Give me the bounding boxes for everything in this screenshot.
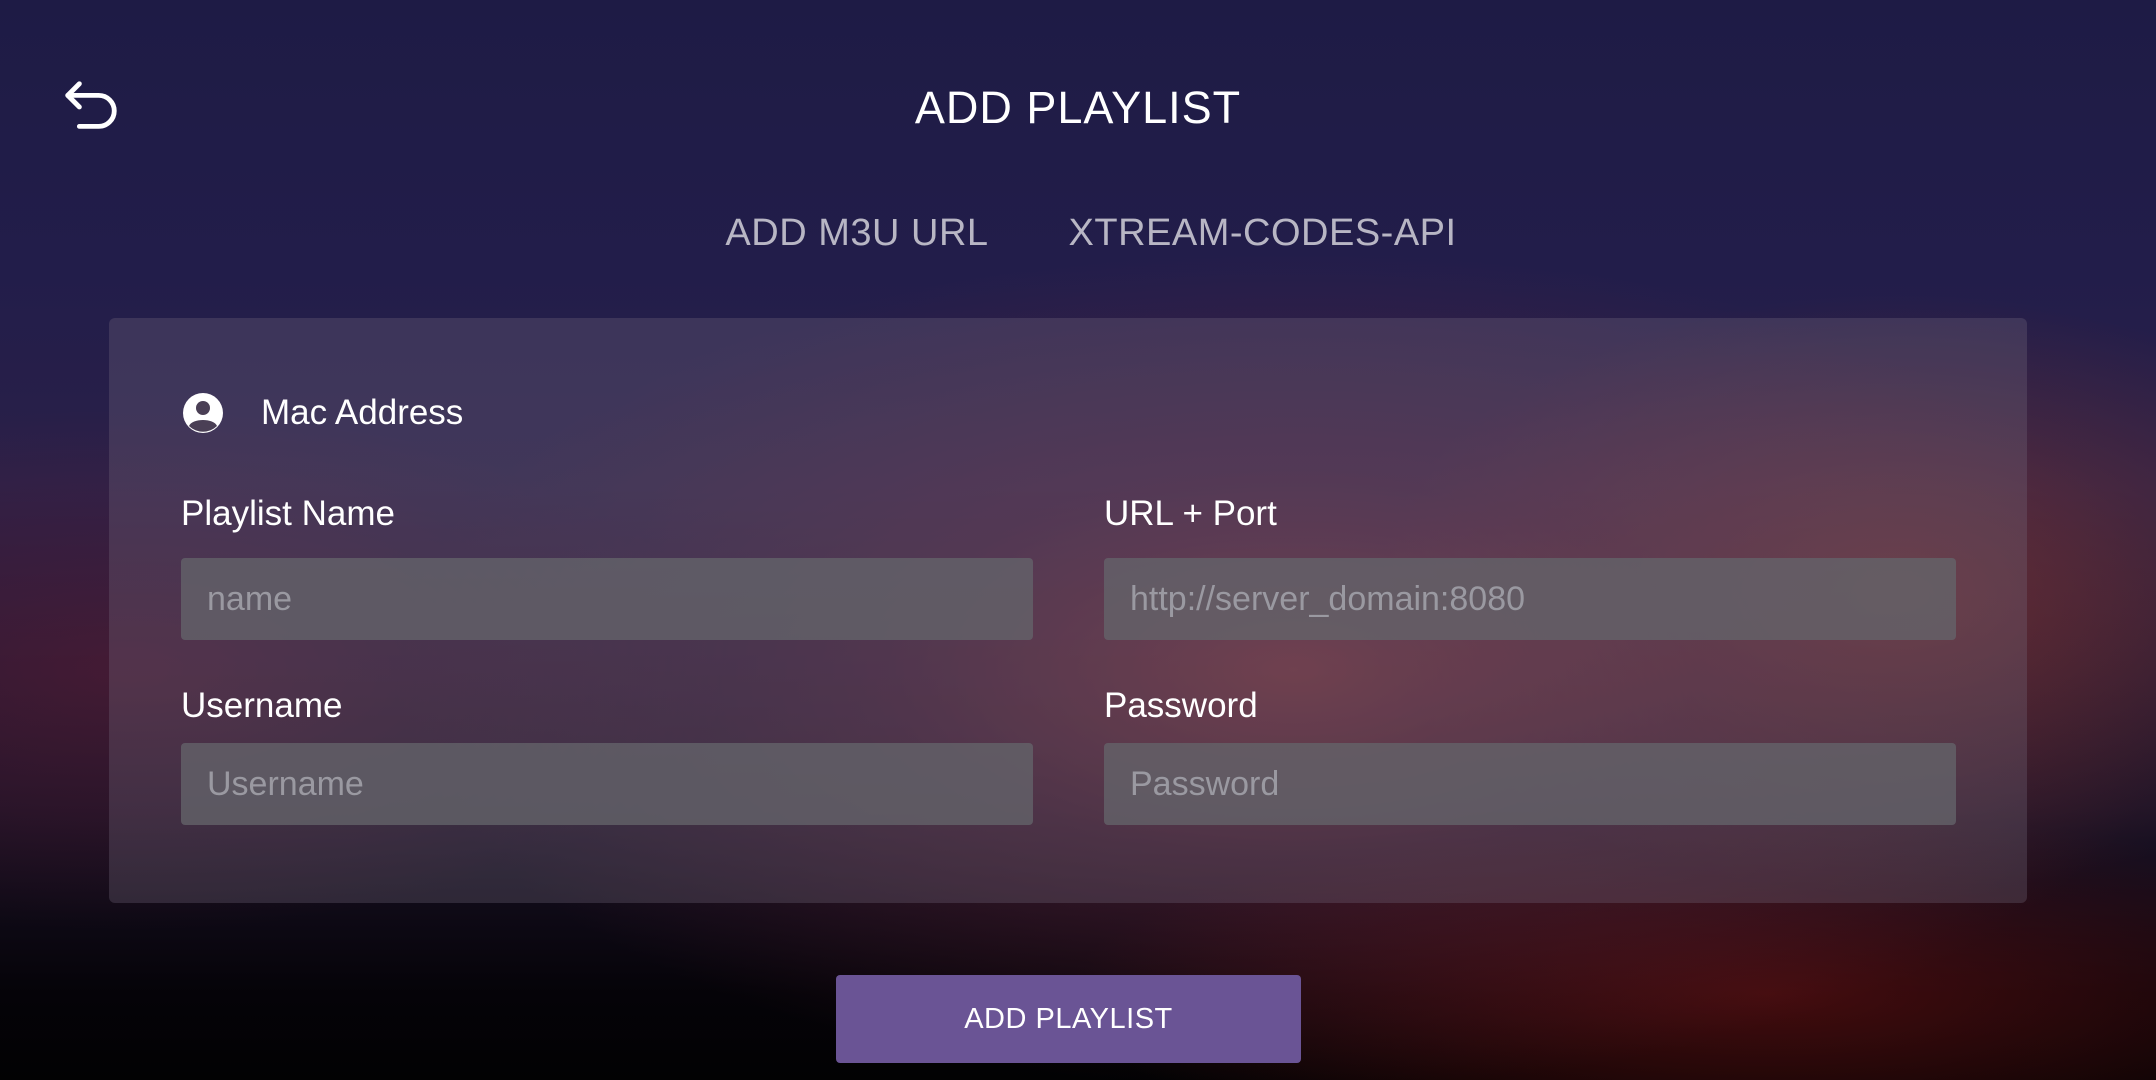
tab-xtream-codes-api[interactable]: XTREAM-CODES-API bbox=[1043, 212, 1457, 255]
tab-add-m3u-url[interactable]: ADD M3U URL bbox=[699, 212, 988, 255]
page-title: ADD PLAYLIST bbox=[914, 82, 1242, 133]
playlist-name-input[interactable] bbox=[181, 558, 1033, 640]
playlist-name-label: Playlist Name bbox=[181, 494, 395, 533]
add-playlist-button[interactable]: ADD PLAYLIST bbox=[836, 975, 1301, 1063]
mac-address-row: Mac Address bbox=[181, 390, 463, 436]
mac-address-label: Mac Address bbox=[261, 393, 464, 432]
url-port-input[interactable] bbox=[1104, 558, 1956, 640]
url-port-field: URL + Port bbox=[1104, 494, 1956, 640]
tab-bar: ADD M3U URL XTREAM-CODES-API bbox=[0, 212, 2156, 255]
username-field: Username bbox=[181, 686, 1033, 825]
playlist-form: Mac Address Playlist Name URL + Port Use… bbox=[109, 318, 2027, 903]
password-field: Password bbox=[1104, 686, 1956, 825]
username-input[interactable] bbox=[181, 743, 1033, 825]
password-input[interactable] bbox=[1104, 743, 1956, 825]
password-label: Password bbox=[1104, 686, 1258, 725]
username-label: Username bbox=[181, 686, 343, 725]
url-port-label: URL + Port bbox=[1104, 494, 1277, 533]
account-circle-icon bbox=[181, 391, 225, 435]
playlist-name-field: Playlist Name bbox=[181, 494, 1033, 640]
